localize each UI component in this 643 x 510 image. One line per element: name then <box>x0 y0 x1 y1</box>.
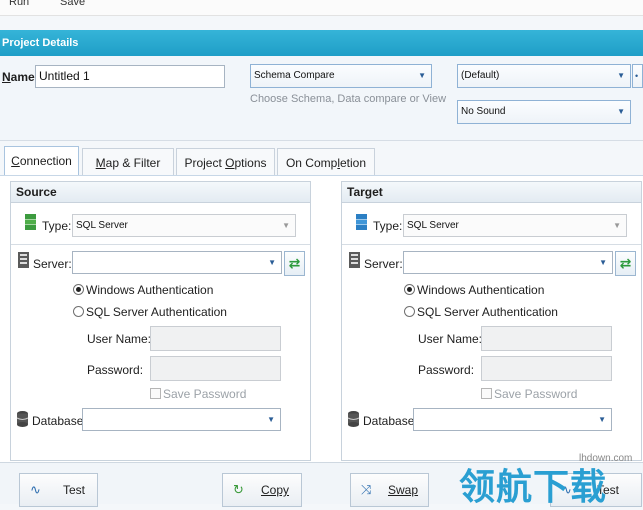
target-windows-auth-radio[interactable] <box>404 284 415 295</box>
source-password-label: Password: <box>87 363 144 377</box>
section-header: Project Details <box>0 30 643 56</box>
target-sql-auth-label: SQL Server Authentication <box>417 305 558 319</box>
compare-type-select[interactable]: Schema Compare ▼ <box>250 64 432 88</box>
target-username-input[interactable] <box>481 326 612 351</box>
chevron-down-icon: ▼ <box>617 71 625 80</box>
chevron-down-icon: ▼ <box>617 107 625 116</box>
source-server-label: Server: <box>33 257 72 271</box>
source-server-input[interactable]: ▼ <box>72 251 282 274</box>
pulse-icon: ∿ <box>30 482 41 497</box>
source-refresh-button[interactable]: ⇄ <box>284 251 305 276</box>
target-panel-title: Target <box>342 182 641 203</box>
target-sql-auth-radio[interactable] <box>404 306 415 317</box>
run-button[interactable]: Run <box>9 0 29 8</box>
toolbar: Run Save <box>0 0 643 16</box>
target-save-password-label: Save Password <box>494 387 578 401</box>
source-save-password-checkbox[interactable] <box>150 388 161 399</box>
source-database-label: Database: <box>32 414 87 428</box>
refresh-icon: ⇄ <box>288 255 301 271</box>
source-save-password-label: Save Password <box>163 387 247 401</box>
save-button[interactable]: Save <box>60 0 85 8</box>
source-username-input[interactable] <box>150 326 281 351</box>
target-refresh-button[interactable]: ⇄ <box>615 251 636 276</box>
sql-server-icon <box>25 214 36 230</box>
profile-options-button[interactable]: • <box>632 64 643 88</box>
chevron-down-icon: ▼ <box>613 221 621 230</box>
refresh-icon: ⇄ <box>619 255 632 271</box>
target-server-label: Server: <box>364 257 403 271</box>
source-panel-title: Source <box>11 182 310 203</box>
source-windows-auth-label: Windows Authentication <box>86 283 214 297</box>
source-sql-auth-radio[interactable] <box>73 306 84 317</box>
chevron-down-icon: ▼ <box>267 415 275 424</box>
source-database-select[interactable]: ▼ <box>82 408 281 431</box>
sql-server-icon <box>356 214 367 230</box>
profile-select[interactable]: (Default) ▼ <box>457 64 631 88</box>
target-save-password-checkbox[interactable] <box>481 388 492 399</box>
target-type-label: Type: <box>373 219 403 233</box>
server-icon <box>349 252 360 268</box>
copy-button[interactable]: ↻ Copy <box>222 473 302 507</box>
target-windows-auth-label: Windows Authentication <box>417 283 545 297</box>
tab-project-options[interactable]: Project Options <box>176 148 275 177</box>
divider <box>11 244 310 245</box>
ellipsis-icon: • <box>635 71 639 81</box>
project-name-input[interactable]: Untitled 1 <box>35 65 225 88</box>
source-type-label: Type: <box>42 219 72 233</box>
database-icon <box>347 411 360 427</box>
chevron-down-icon: ▼ <box>598 415 606 424</box>
source-username-label: User Name: <box>87 332 152 346</box>
test-source-button[interactable]: ∿ Test <box>19 473 98 507</box>
target-password-label: Password: <box>418 363 475 377</box>
source-password-input[interactable] <box>150 356 281 381</box>
server-icon <box>18 252 29 268</box>
chevron-down-icon: ▼ <box>268 258 276 267</box>
chevron-down-icon: ▼ <box>282 221 290 230</box>
chevron-down-icon: ▼ <box>599 258 607 267</box>
database-icon <box>16 411 29 427</box>
swap-button[interactable]: ⤨ Swap <box>350 473 429 507</box>
compare-type-hint: Choose Schema, Data compare or View <box>250 93 447 105</box>
target-username-label: User Name: <box>418 332 483 346</box>
swap-icon: ⤨ <box>361 482 372 497</box>
target-type-select[interactable]: SQL Server ▼ <box>403 214 627 237</box>
tab-on-completion[interactable]: On Completion <box>277 148 375 177</box>
target-server-input[interactable]: ▼ <box>403 251 613 274</box>
source-type-select[interactable]: SQL Server ▼ <box>72 214 296 237</box>
target-database-label: Database: <box>363 414 418 428</box>
source-sql-auth-label: SQL Server Authentication <box>86 305 227 319</box>
watermark-text: 领航下载 <box>459 467 608 508</box>
source-windows-auth-radio[interactable] <box>73 284 84 295</box>
tab-map-filter[interactable]: Map & Filter <box>82 148 174 177</box>
tab-connection[interactable]: Connection <box>4 146 79 177</box>
name-label: Name: <box>2 70 39 84</box>
target-password-input[interactable] <box>481 356 612 381</box>
copy-arrow-icon: ↻ <box>233 482 244 497</box>
sound-select[interactable]: No Sound ▼ <box>457 100 631 124</box>
target-database-select[interactable]: ▼ <box>413 408 612 431</box>
divider <box>342 244 641 245</box>
chevron-down-icon: ▼ <box>418 71 426 80</box>
